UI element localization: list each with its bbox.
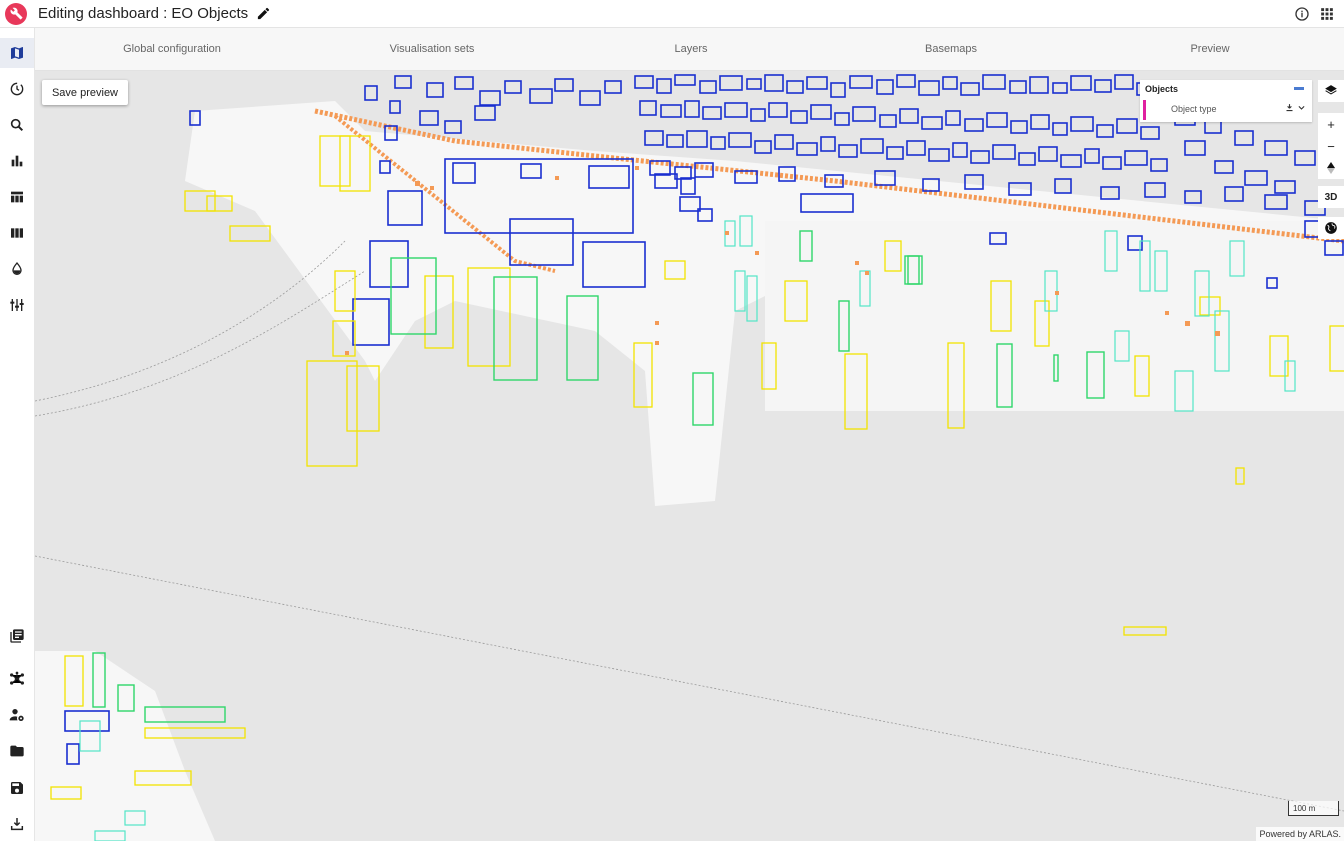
apps-grid-icon[interactable] [1320, 7, 1334, 21]
map-icon[interactable] [0, 38, 34, 68]
left-sidebar [0, 28, 35, 841]
search-icon[interactable] [0, 110, 34, 140]
user-settings-icon[interactable] [0, 700, 34, 730]
legend-field-label: Object type [1171, 104, 1217, 114]
tab-visualisation-sets[interactable]: Visualisation sets [332, 28, 532, 70]
download-layer-icon[interactable] [1285, 103, 1294, 114]
save-disk-icon[interactable] [0, 773, 34, 803]
tab-layers[interactable]: Layers [591, 28, 791, 70]
map-attribution[interactable]: Powered by ARLAS. [1256, 827, 1344, 841]
layer-color-bar [1143, 100, 1146, 120]
tab-global-configuration[interactable]: Global configuration [72, 28, 272, 70]
columns-icon[interactable] [0, 218, 34, 248]
timeline-clock-icon[interactable] [0, 74, 34, 104]
legend-title: Objects [1145, 84, 1179, 94]
sliders-filter-icon[interactable] [0, 290, 34, 320]
folder-icon[interactable] [0, 736, 34, 766]
dashboard-title: Editing dashboard : EO Objects [38, 5, 249, 22]
zoom-in-icon[interactable]: + [1318, 113, 1344, 135]
save-preview-button[interactable]: Save preview [42, 80, 128, 105]
app-logo-wrench-icon[interactable] [5, 2, 27, 25]
tab-basemaps[interactable]: Basemaps [851, 28, 1051, 70]
tab-preview[interactable]: Preview [1110, 28, 1310, 70]
collapse-legend-icon[interactable] [1294, 87, 1304, 90]
legend-panel: Objects Object type [1140, 80, 1312, 122]
drop-style-icon[interactable] [0, 254, 34, 284]
library-books-icon[interactable] [0, 621, 34, 651]
compass-north-icon[interactable] [1318, 157, 1344, 179]
globe-icon[interactable] [1318, 217, 1344, 239]
table-icon[interactable] [0, 182, 34, 212]
download-icon[interactable] [0, 809, 34, 839]
hub-network-icon[interactable] [0, 664, 34, 694]
pencil-edit-icon[interactable] [256, 6, 271, 21]
layers-stack-icon[interactable] [1318, 80, 1344, 102]
info-icon[interactable] [1294, 6, 1310, 22]
chevron-down-icon[interactable] [1297, 103, 1306, 114]
top-bar: Editing dashboard : EO Objects [0, 0, 1344, 28]
map-layers [35, 74, 1344, 841]
editor-tabs: Global configuration Visualisation sets … [35, 28, 1344, 71]
legend-layer-row[interactable]: Object type [1143, 100, 1308, 120]
zoom-out-icon[interactable]: − [1318, 135, 1344, 157]
map-canvas[interactable] [35, 71, 1344, 841]
toggle-3d-button[interactable]: 3D [1318, 186, 1344, 208]
map-scale-bar: 100 m [1288, 801, 1339, 816]
bar-chart-icon[interactable] [0, 146, 34, 176]
